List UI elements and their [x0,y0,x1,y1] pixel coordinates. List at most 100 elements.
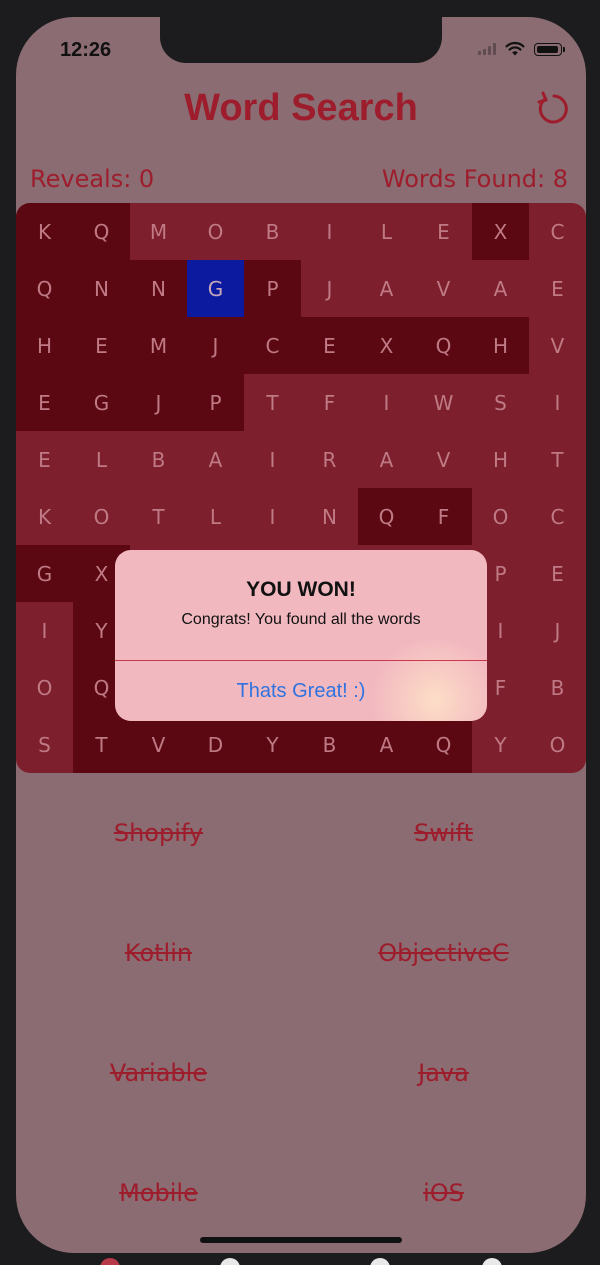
reveals-count: Reveals: 0 [30,165,155,193]
grid-cell[interactable]: B [244,203,301,260]
grid-cell[interactable]: J [130,374,187,431]
grid-cell[interactable]: H [472,431,529,488]
grid-cell[interactable]: A [358,716,415,773]
grid-cell[interactable]: V [415,431,472,488]
found-word: Shopify [113,819,204,847]
grid-cell[interactable]: E [73,317,130,374]
alert-message: Congrats! You found all the words [181,611,421,628]
grid-cell[interactable]: P [244,260,301,317]
grid-cell[interactable]: L [187,488,244,545]
grid-cell[interactable]: G [16,545,73,602]
grid-cell[interactable]: A [187,431,244,488]
home-indicator [200,1237,402,1243]
grid-cell[interactable]: R [301,431,358,488]
found-word: ObjectiveC [378,939,509,967]
grid-cell[interactable]: W [415,374,472,431]
found-word: Variable [109,1059,208,1087]
grid-cell[interactable]: P [187,374,244,431]
alert-confirm-button[interactable]: Thats Great! :) [115,661,487,721]
found-word: Swift [414,819,473,847]
grid-cell[interactable]: J [529,602,586,659]
grid-cell[interactable]: O [529,716,586,773]
found-word: Kotlin [124,939,193,967]
grid-cell[interactable]: B [301,716,358,773]
grid-cell[interactable]: Q [415,317,472,374]
grid-cell[interactable]: B [130,431,187,488]
grid-cell[interactable]: T [73,716,130,773]
status-time: 12:26 [60,39,112,61]
grid-cell[interactable]: C [529,488,586,545]
grid-cell[interactable]: E [16,431,73,488]
status-icons [478,41,565,57]
grid-cell[interactable]: Q [16,260,73,317]
grid-cell[interactable]: C [244,317,301,374]
grid-cell[interactable]: L [73,431,130,488]
battery-icon [534,42,565,56]
grid-cell[interactable]: A [472,260,529,317]
wifi-icon [505,41,525,56]
grid-cell[interactable]: K [16,203,73,260]
grid-cell[interactable]: H [16,317,73,374]
grid-cell[interactable]: J [301,260,358,317]
grid-cell[interactable]: G [187,260,244,317]
grid-cell[interactable]: X [472,203,529,260]
grid-cell[interactable]: N [73,260,130,317]
grid-cell[interactable]: N [130,260,187,317]
grid-cell[interactable]: G [73,374,130,431]
grid-cell[interactable]: I [16,602,73,659]
grid-cell[interactable]: F [415,488,472,545]
grid-cell[interactable]: T [244,374,301,431]
found-word: Java [418,1059,469,1087]
grid-cell[interactable]: Y [472,716,529,773]
notch [160,17,442,63]
grid-cell[interactable]: E [301,317,358,374]
grid-cell[interactable]: K [16,488,73,545]
grid-cell[interactable]: V [529,317,586,374]
grid-cell[interactable]: C [529,203,586,260]
grid-cell[interactable]: V [415,260,472,317]
phone-screen: 12:26 Word Search Reveals: 0 Words Found… [16,17,586,1253]
grid-cell[interactable]: S [16,716,73,773]
grid-cell[interactable]: Q [415,716,472,773]
refresh-icon[interactable] [536,91,572,127]
grid-cell[interactable]: N [301,488,358,545]
words-found-count: Words Found: 8 [381,165,568,193]
grid-cell[interactable]: Q [73,203,130,260]
grid-cell[interactable]: O [73,488,130,545]
grid-cell[interactable]: E [529,260,586,317]
grid-cell[interactable]: D [187,716,244,773]
grid-cell[interactable]: E [16,374,73,431]
grid-cell[interactable]: O [16,659,73,716]
grid-cell[interactable]: S [472,374,529,431]
grid-cell[interactable]: O [187,203,244,260]
found-word: iOS [423,1179,464,1207]
grid-cell[interactable]: M [130,317,187,374]
grid-cell[interactable]: E [529,545,586,602]
grid-cell[interactable]: Y [244,716,301,773]
grid-cell[interactable]: H [472,317,529,374]
grid-cell[interactable]: J [187,317,244,374]
grid-cell[interactable]: X [358,317,415,374]
grid-cell[interactable]: I [301,203,358,260]
grid-cell[interactable]: F [301,374,358,431]
grid-cell[interactable]: I [244,488,301,545]
grid-cell[interactable]: I [244,431,301,488]
grid-cell[interactable]: T [130,488,187,545]
grid-cell[interactable]: I [358,374,415,431]
grid-cell[interactable]: T [529,431,586,488]
grid-cell[interactable]: A [358,260,415,317]
grid-cell[interactable]: O [472,488,529,545]
grid-cell[interactable]: V [130,716,187,773]
app-title: Word Search [184,87,418,129]
dock-peek [100,1258,502,1265]
grid-cell[interactable]: E [415,203,472,260]
grid-cell[interactable]: B [529,659,586,716]
alert-title: YOU WON! [246,578,356,601]
grid-cell[interactable]: L [358,203,415,260]
found-word: Mobile [119,1179,198,1207]
grid-cell[interactable]: I [529,374,586,431]
grid-cell[interactable]: A [358,431,415,488]
grid-cell[interactable]: M [130,203,187,260]
grid-cell[interactable]: Q [358,488,415,545]
cellular-signal-icon [478,43,496,55]
